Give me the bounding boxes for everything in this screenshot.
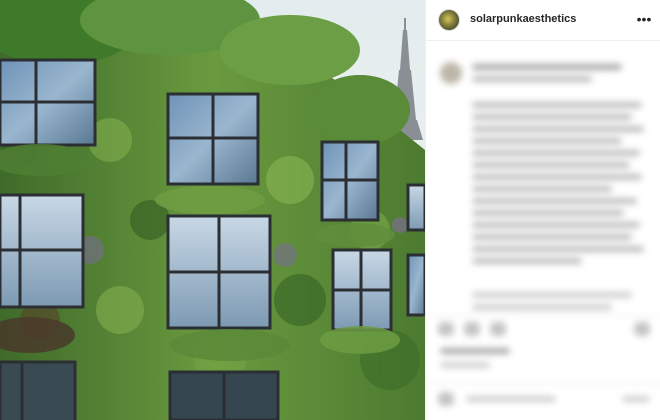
caption-line xyxy=(472,234,632,240)
comment-input[interactable] xyxy=(466,396,556,402)
caption-line xyxy=(472,126,644,132)
caption-line xyxy=(472,222,640,228)
post-image[interactable] xyxy=(0,0,425,420)
divider xyxy=(426,315,660,316)
like-icon[interactable] xyxy=(438,322,454,336)
caption-avatar xyxy=(440,62,462,84)
post-header: solarpunkaesthetics ••• xyxy=(426,0,660,41)
post-button[interactable] xyxy=(622,396,650,402)
more-horizontal-icon[interactable]: ••• xyxy=(634,9,654,29)
caption-line xyxy=(472,258,582,264)
caption-line xyxy=(472,138,622,144)
comment-line xyxy=(472,292,632,298)
green-wall-photo xyxy=(0,0,425,420)
emoji-icon[interactable] xyxy=(438,392,454,406)
caption-line xyxy=(472,246,644,252)
blurred-caption-and-comments xyxy=(426,40,660,420)
caption-line xyxy=(472,64,622,70)
caption-line xyxy=(472,198,637,204)
caption-line xyxy=(472,76,592,82)
share-icon[interactable] xyxy=(490,322,506,336)
post-details-panel: solarpunkaesthetics ••• xyxy=(425,0,660,420)
caption-line xyxy=(472,162,630,168)
save-icon[interactable] xyxy=(634,322,650,336)
username-link[interactable]: solarpunkaesthetics xyxy=(470,13,576,25)
caption-line xyxy=(472,174,642,180)
comment-icon[interactable] xyxy=(464,322,480,336)
avatar[interactable] xyxy=(438,9,460,31)
timestamp-line xyxy=(440,362,490,368)
likes-line xyxy=(440,348,510,354)
caption-line xyxy=(472,210,624,216)
caption-line xyxy=(472,150,640,156)
caption-line xyxy=(472,102,642,108)
caption-line xyxy=(472,114,632,120)
divider xyxy=(426,383,660,384)
comment-line xyxy=(472,304,612,310)
caption-line xyxy=(472,186,612,192)
